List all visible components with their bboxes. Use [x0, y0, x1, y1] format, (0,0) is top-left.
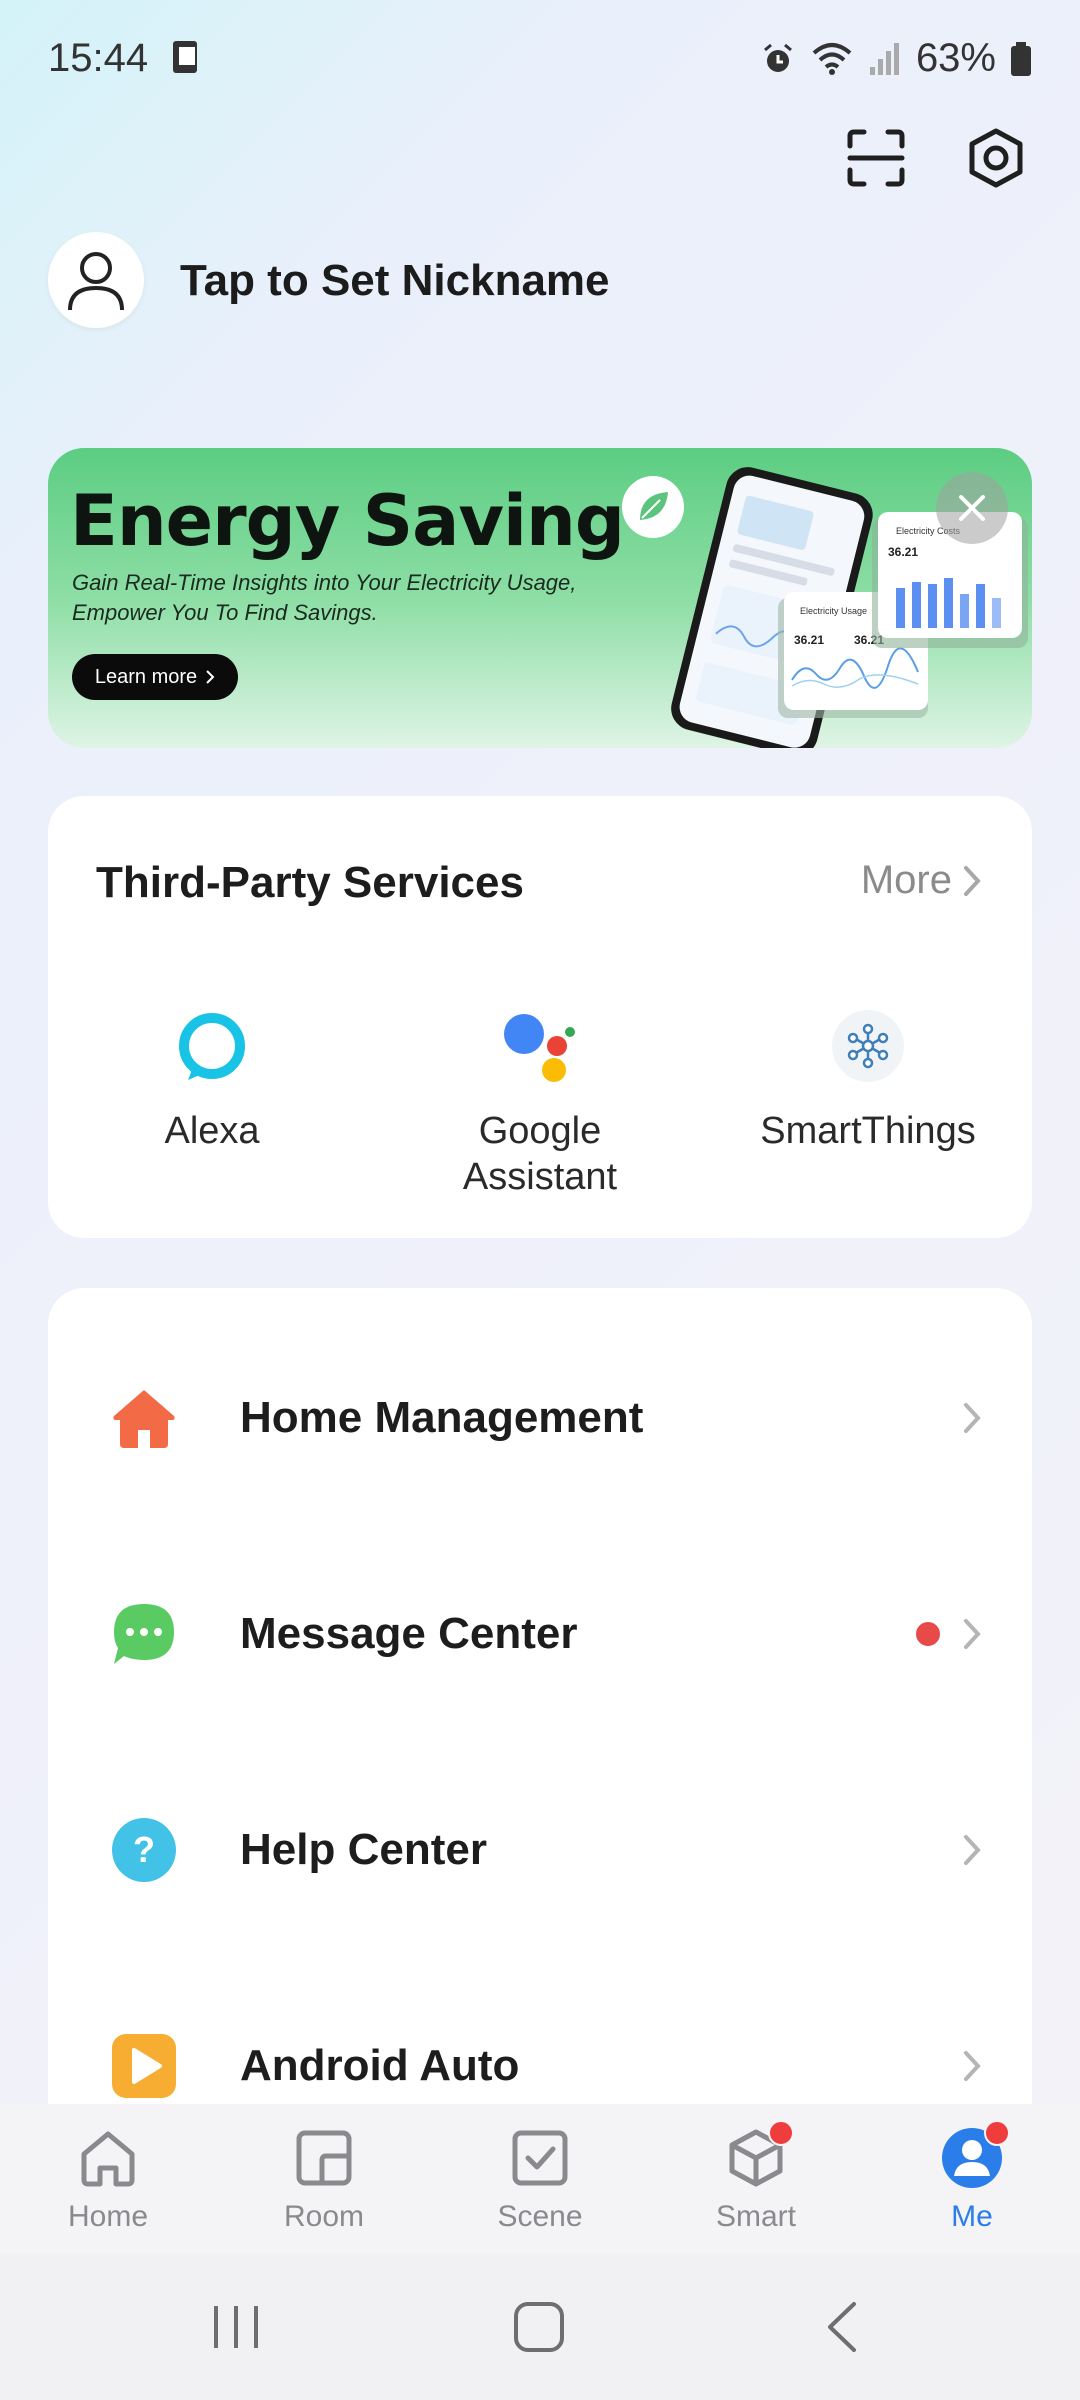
google-assistant-icon [500, 1006, 580, 1086]
more-label: More [860, 858, 952, 902]
back-icon[interactable] [822, 2300, 862, 2354]
chevron-right-icon [964, 1619, 981, 1649]
service-alexa[interactable]: Alexa [72, 1006, 352, 1154]
scan-icon [847, 129, 905, 187]
home-tab-icon [74, 2124, 142, 2192]
learn-more-label: Learn more [94, 665, 198, 688]
chevron-right-icon [964, 1835, 981, 1865]
tab-label: Scene [497, 2200, 583, 2233]
smartthings-icon [828, 1006, 908, 1086]
more-link[interactable]: More [861, 858, 982, 903]
tab-label: Home [67, 2200, 149, 2233]
svg-text:?: ? [133, 1829, 155, 1870]
user-icon [68, 252, 124, 311]
scan-button[interactable] [836, 118, 916, 198]
settings-button[interactable] [956, 118, 1036, 198]
close-icon [959, 495, 985, 521]
banner-subtitle: Gain Real-Time Insights into Your Electr… [72, 568, 672, 628]
unread-dot [916, 1622, 940, 1646]
third-party-title: Third-Party Services [96, 858, 524, 907]
menu-item-label: Home Management [240, 1393, 644, 1442]
status-time-text: 15:44 [48, 36, 149, 80]
bottom-tab-bar: Home Room Scene Smart Me [0, 2104, 1080, 2254]
chevron-right-icon [964, 2051, 981, 2081]
energy-saving-banner[interactable]: Energy Saving Gain Real-Time Insights in… [48, 448, 1032, 748]
banner-close-button[interactable] [936, 472, 1008, 544]
tab-scene[interactable]: Scene [460, 2104, 620, 2254]
nickname-label[interactable]: Tap to Set Nickname [180, 256, 610, 306]
usage-card-label: Electricity Usage [800, 606, 867, 616]
wifi-icon [812, 42, 852, 75]
tab-smart[interactable]: Smart [676, 2104, 836, 2254]
me-badge [984, 2120, 1010, 2146]
avatar[interactable] [48, 232, 144, 328]
smart-badge [768, 2120, 794, 2146]
settings-hexagon-icon [969, 128, 1023, 188]
menu-item-label: Help Center [240, 1825, 487, 1874]
home-nav-icon[interactable] [512, 2300, 566, 2354]
banner-subtitle-line1: Gain Real-Time Insights into Your Electr… [72, 570, 577, 595]
service-label-line2: Assistant [462, 1156, 618, 1198]
home-icon [113, 1390, 175, 1448]
battery-percent: 63% [915, 36, 996, 80]
alexa-icon [172, 1006, 252, 1086]
tab-label: Me [951, 2200, 993, 2233]
tab-room[interactable]: Room [244, 2104, 404, 2254]
service-label: SmartThings [760, 1110, 976, 1152]
service-label-line1: Google [478, 1110, 602, 1152]
service-google-assistant[interactable]: Google Assistant [400, 1006, 680, 1200]
banner-subtitle-line2: Empower You To Find Savings. [72, 600, 378, 625]
smart-tab-icon [722, 2120, 794, 2192]
usage-card-value-a: 36.21 [794, 633, 824, 647]
service-label: Google Assistant [400, 1108, 680, 1200]
help-icon: ? [112, 1818, 176, 1882]
system-nav-bar [0, 2254, 1080, 2400]
learn-more-button[interactable]: Learn more [72, 654, 238, 700]
status-icons: 63% [760, 36, 1032, 81]
third-party-services-card: Third-Party Services More Alexa Google A… [48, 796, 1032, 1238]
costs-card-value: 36.21 [888, 545, 918, 559]
tab-label: Room [283, 2200, 365, 2233]
menu-item-home-management[interactable]: Home Management [48, 1310, 1032, 1526]
tab-label: Smart [715, 2200, 796, 2233]
tab-home[interactable]: Home [28, 2104, 188, 2254]
scene-tab-icon [506, 2124, 574, 2192]
alarm-icon [763, 43, 792, 72]
signal-icon [869, 42, 899, 75]
chevron-right-icon [964, 865, 981, 896]
menu-item-help-center[interactable]: ? Help Center [48, 1742, 1032, 1958]
banner-title: Energy Saving [70, 480, 625, 562]
device-icon [173, 41, 198, 73]
service-smartthings[interactable]: SmartThings [728, 1006, 1008, 1154]
message-icon [114, 1604, 174, 1664]
menu-item-message-center[interactable]: Message Center [48, 1526, 1032, 1742]
me-tab-icon [938, 2120, 1010, 2192]
chevron-right-icon [206, 670, 215, 684]
menu-item-label: Android Auto [240, 2041, 520, 2090]
menu-item-label: Message Center [240, 1609, 578, 1658]
service-label: Alexa [164, 1110, 260, 1152]
android-auto-icon [112, 2034, 176, 2098]
room-tab-icon [290, 2124, 358, 2192]
menu-card: Home Management Message Center ? Help Ce… [48, 1288, 1032, 2118]
status-time: 15:44 [48, 36, 205, 81]
chevron-right-icon [964, 1403, 981, 1433]
recent-apps-icon[interactable] [206, 2302, 266, 2352]
tab-me[interactable]: Me [892, 2104, 1052, 2254]
battery-icon [1011, 41, 1031, 76]
